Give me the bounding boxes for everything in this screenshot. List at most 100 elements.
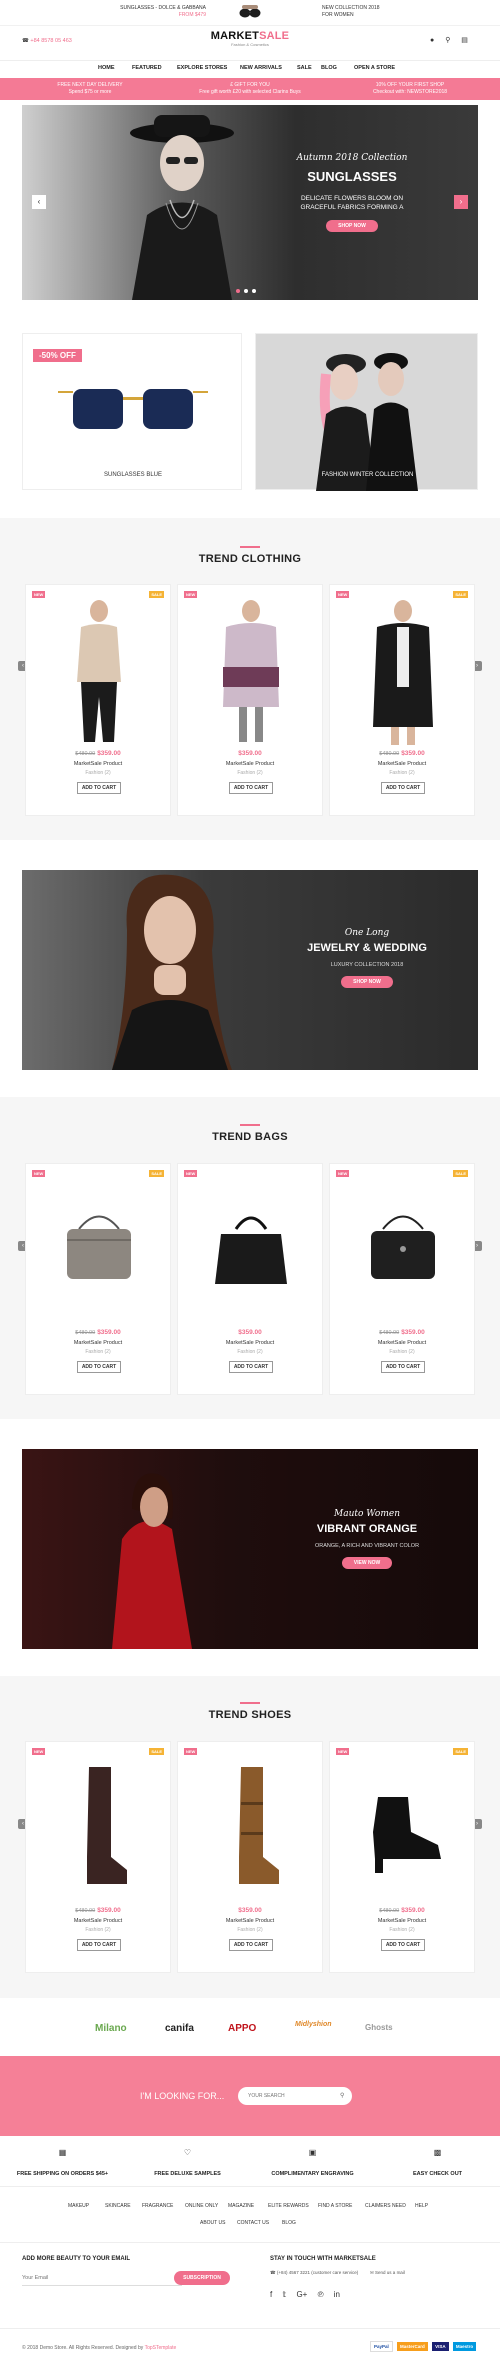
banner-title: VIBRANT ORANGE <box>316 1523 418 1535</box>
promo-right[interactable]: NEW COLLECTION 2018 FOR WOMEN <box>322 5 422 19</box>
banner-view-button[interactable]: VIEW NOW <box>341 1557 393 1569</box>
sale-badge: SALE <box>149 1748 164 1755</box>
search-icon[interactable]: ⚲ <box>445 36 450 44</box>
product-name[interactable]: MarketSale Product <box>178 1340 322 1346</box>
nav-new-arrivals[interactable]: NEW ARRIVALS <box>240 65 282 71</box>
footer-link[interactable]: ABOUT US <box>200 2220 225 2226</box>
add-to-cart-button[interactable]: ADD TO CART <box>381 782 425 794</box>
nav-blog[interactable]: BLOG <box>321 65 337 71</box>
truck-icon: ▦ <box>58 2148 67 2157</box>
add-to-cart-button[interactable]: ADD TO CART <box>77 1361 121 1373</box>
feature-label: FREE SHIPPING ON ORDERS $45+ <box>16 2171 109 2177</box>
cart-icon[interactable]: ▤ <box>461 36 468 44</box>
hero-next-arrow[interactable]: › <box>454 195 468 209</box>
hero-dot[interactable] <box>244 289 248 293</box>
footer-link[interactable]: ONLINE ONLY <box>185 2203 218 2209</box>
product-name[interactable]: MarketSale Product <box>26 1340 170 1346</box>
promo-card-label: FASHION WINTER COLLECTION <box>321 472 414 478</box>
footer-link[interactable]: BLOG <box>282 2220 296 2226</box>
search-input[interactable] <box>238 2087 352 2105</box>
feature-label: EASY CHECK OUT <box>412 2171 463 2177</box>
user-icon[interactable]: ● <box>430 37 434 44</box>
site-logo[interactable]: MARKETSALE Fashion & Cosmetics <box>190 30 310 47</box>
phone-contact[interactable]: ☎ +84 8578 05 463 <box>22 38 72 44</box>
footer-link[interactable]: MAGAZINE <box>228 2203 254 2209</box>
designer-link[interactable]: TopSTemplate <box>145 2345 177 2351</box>
footer-link[interactable]: CONTACT US <box>237 2220 269 2226</box>
brand-logo[interactable]: APPO <box>228 2023 256 2034</box>
product-name[interactable]: MarketSale Product <box>26 761 170 767</box>
banner-shop-button[interactable]: SHOP NOW <box>341 976 393 988</box>
nav-home[interactable]: HOME <box>98 65 115 71</box>
footer-link[interactable]: FRAGRANCE <box>142 2203 173 2209</box>
footer-link[interactable]: FIND A STORE <box>318 2203 352 2209</box>
banner-script: Mauto Women <box>334 1509 400 1519</box>
product-name[interactable]: MarketSale Product <box>26 1918 170 1924</box>
hero-prev-arrow[interactable]: ‹ <box>32 195 46 209</box>
add-to-cart-button[interactable]: ADD TO CART <box>381 1939 425 1951</box>
service-discount: 10% OFF YOUR FIRST SHOP Checkout with: NE… <box>330 82 490 95</box>
add-to-cart-button[interactable]: ADD TO CART <box>229 1939 273 1951</box>
banner-jewelry[interactable]: One Long JEWELRY & WEDDING LUXURY COLLEC… <box>22 870 478 1070</box>
site-header: ☎ +84 8578 05 463 MARKETSALE Fashion & C… <box>0 26 500 60</box>
twitter-icon[interactable]: 𝕥 <box>282 2290 286 2299</box>
nav-explore-stores[interactable]: EXPLORE STORES <box>177 65 227 71</box>
nav-sale[interactable]: SALE <box>297 65 312 71</box>
pinterest-icon[interactable]: ℗ <box>318 2290 324 2299</box>
product-card[interactable]: NEW SALE $480.00 $359.00 MarketSale Produ… <box>25 584 171 816</box>
hero-shop-button[interactable]: SHOP NOW <box>326 220 378 232</box>
email-input[interactable] <box>22 2270 182 2286</box>
product-card[interactable]: NEW SALE $480.00 $359.00 MarketSale Produ… <box>329 1163 475 1395</box>
product-name[interactable]: MarketSale Product <box>178 1918 322 1924</box>
new-badge: NEW <box>336 591 350 598</box>
product-card[interactable]: NEW SALE $480.00 $359.00 MarketSale Produ… <box>25 1741 171 1973</box>
footer-link[interactable]: HELP <box>415 2203 428 2209</box>
nav-featured[interactable]: FEATURED <box>132 65 162 71</box>
banner-script: One Long <box>344 928 390 938</box>
product-card[interactable]: NEW SALE $480.00 $359.00 MarketSale Produ… <box>329 584 475 816</box>
add-to-cart-button[interactable]: ADD TO CART <box>229 1361 273 1373</box>
product-card[interactable]: NEW $359.00 MarketSale Product Fashion (… <box>177 584 323 816</box>
hero-dot[interactable] <box>252 289 256 293</box>
brand-logo[interactable]: canifa <box>165 2023 194 2034</box>
hero-dot[interactable] <box>236 289 240 293</box>
facebook-icon[interactable]: f <box>270 2290 272 2299</box>
product-name[interactable]: MarketSale Product <box>330 1918 474 1924</box>
hero-dots <box>234 288 258 295</box>
product-name[interactable]: MarketSale Product <box>178 761 322 767</box>
add-to-cart-button[interactable]: ADD TO CART <box>77 782 121 794</box>
add-to-cart-button[interactable]: ADD TO CART <box>229 782 273 794</box>
brand-logo[interactable]: Milano <box>95 2023 127 2034</box>
visa-icon: VISA <box>432 2342 449 2351</box>
nav-open-a-store[interactable]: OPEN A STORE <box>354 65 395 71</box>
old-price: $480.00 <box>75 751 96 757</box>
product-card[interactable]: NEW SALE $480.00 $359.00 MarketSale Produ… <box>329 1741 475 1973</box>
social-icons: f 𝕥 G+ ℗ in <box>270 2290 340 2299</box>
footer-link[interactable]: MAKEUP <box>68 2203 89 2209</box>
google-plus-icon[interactable]: G+ <box>296 2290 307 2299</box>
footer-link[interactable]: ELITE REWARDS <box>268 2203 309 2209</box>
promo-card-winter[interactable]: FASHION WINTER COLLECTION <box>255 333 478 491</box>
product-card[interactable]: NEW $359.00 MarketSale Product Fashion (… <box>177 1163 323 1395</box>
promo-card-sunglasses[interactable]: -50% OFF SUNGLASSES BLUE <box>22 333 242 490</box>
contact-email[interactable]: ✉ Send us a mail <box>370 2270 405 2276</box>
product-image <box>77 600 121 742</box>
brand-logo[interactable]: Midlyshion <box>295 2021 332 2028</box>
banner-vibrant-orange[interactable]: Mauto Women VIBRANT ORANGE ORANGE, A RIC… <box>22 1449 478 1649</box>
hero-desc-line1: DELICATE FLOWERS BLOOM ON <box>300 195 404 202</box>
add-to-cart-button[interactable]: ADD TO CART <box>77 1939 121 1951</box>
subscribe-button[interactable]: SUBSCRIPTION <box>174 2271 230 2285</box>
footer-link[interactable]: CLAIMERS NEED <box>365 2203 406 2209</box>
footer-link[interactable]: SKINCARE <box>105 2203 131 2209</box>
product-card[interactable]: NEW SALE $480.00 $359.00 MarketSale Produ… <box>25 1163 171 1395</box>
section-divider <box>240 546 260 548</box>
promo-left[interactable]: SUNGLASSES - DOLCE & GABBANA FROM $479 <box>96 5 206 19</box>
product-card[interactable]: NEW $359.00 MarketSale Product Fashion (… <box>177 1741 323 1973</box>
brand-logo[interactable]: Ghosts <box>365 2023 393 2032</box>
product-name[interactable]: MarketSale Product <box>330 761 474 767</box>
header-icons: ● ⚲ ▤ <box>430 36 468 44</box>
product-name[interactable]: MarketSale Product <box>330 1340 474 1346</box>
add-to-cart-button[interactable]: ADD TO CART <box>381 1361 425 1373</box>
search-icon[interactable]: ⚲ <box>340 2092 344 2099</box>
linkedin-icon[interactable]: in <box>334 2290 340 2299</box>
